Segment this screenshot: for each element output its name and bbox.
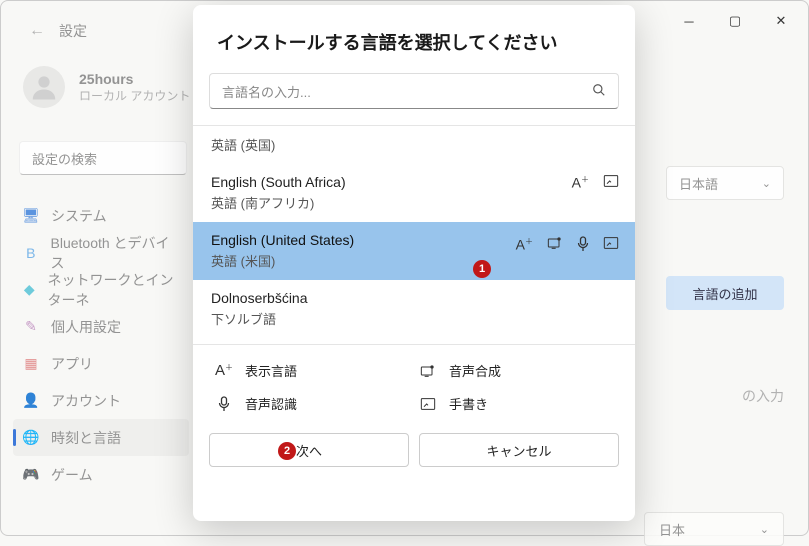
- nav-icon: ◆: [23, 282, 36, 298]
- language-option[interactable]: English (United States)英語 (米国)A＋1: [193, 222, 635, 280]
- legend-handwriting: 手書き: [419, 394, 613, 413]
- nav-icon: B: [23, 245, 39, 261]
- nav-icon: 🖥: [23, 208, 39, 224]
- sidebar-item[interactable]: ◆ ネットワークとインターネ: [13, 271, 189, 308]
- annotation-badge-1: 1: [473, 260, 491, 278]
- tts-icon: [547, 236, 563, 255]
- language-search-input[interactable]: 言語名の入力...: [209, 73, 619, 109]
- nav-icon: 🎮: [23, 467, 39, 483]
- sidebar-item[interactable]: ✎ 個人用設定: [13, 308, 189, 345]
- sidebar-item-label: 時刻と言語: [51, 428, 121, 448]
- next-button[interactable]: 2 次へ: [209, 433, 409, 467]
- cancel-button[interactable]: キャンセル: [419, 433, 619, 467]
- sidebar-item[interactable]: 🖥 システム: [13, 197, 189, 234]
- display-language-icon: A＋: [215, 362, 233, 379]
- dialog-title: インストールする言語を選択してください: [217, 29, 611, 55]
- add-language-button[interactable]: 言語の追加: [666, 276, 784, 310]
- language-local-name: 下ソルブ語: [211, 309, 617, 328]
- partial-text: の入力: [742, 386, 784, 406]
- language-native-name: English (South Africa): [211, 174, 617, 190]
- sidebar-item[interactable]: 🌐 時刻と言語: [13, 419, 189, 456]
- nav-icon: ▦: [23, 356, 39, 372]
- nav-icon: ✎: [23, 319, 39, 335]
- sidebar-item[interactable]: B Bluetooth とデバイス: [13, 234, 189, 271]
- profile-name: 25hours: [79, 71, 190, 87]
- sidebar-item-label: 個人用設定: [51, 317, 121, 337]
- pen-icon: [603, 236, 619, 255]
- profile-subtitle: ローカル アカウント: [79, 87, 190, 104]
- sidebar-item-label: Bluetooth とデバイス: [51, 233, 180, 273]
- sidebar-item-label: ゲーム: [51, 465, 93, 485]
- pen-icon: [603, 174, 619, 191]
- language-local-name: 英語 (南アフリカ): [211, 193, 617, 212]
- sidebar-item-label: アカウント: [51, 391, 121, 411]
- language-option[interactable]: 英語 (英国): [193, 126, 635, 164]
- search-icon: [592, 83, 606, 100]
- legend-tts: 音声合成: [419, 361, 613, 380]
- sidebar-item[interactable]: 👤 アカウント: [13, 382, 189, 419]
- A-icon: A＋: [572, 174, 589, 191]
- install-language-dialog: インストールする言語を選択してください 言語名の入力... 英語 (英国) Eng…: [193, 5, 635, 521]
- language-local-name: 英語 (英国): [211, 135, 617, 154]
- language-native-name: Dolnoserbšćina: [211, 290, 617, 306]
- annotation-badge-2: 2: [278, 442, 296, 460]
- sidebar-item[interactable]: ▦ アプリ: [13, 345, 189, 382]
- maximize-button[interactable]: ▢: [712, 5, 758, 37]
- sidebar-item-label: システム: [51, 206, 107, 226]
- chevron-down-icon: ⌄: [760, 523, 769, 536]
- language-option[interactable]: English (South Africa) 英語 (南アフリカ) A＋: [193, 164, 635, 222]
- legend-display-language: A＋ 表示言語: [215, 361, 409, 380]
- display-language-select[interactable]: 日本語 ⌄: [666, 166, 784, 200]
- country-select[interactable]: 日本 ⌄: [644, 512, 784, 546]
- back-icon[interactable]: ←: [29, 22, 45, 40]
- minimize-button[interactable]: ─: [666, 5, 712, 37]
- language-option[interactable]: Dolnoserbšćina 下ソルブ語: [193, 280, 635, 338]
- A-icon: A＋: [516, 236, 533, 255]
- sidebar-item[interactable]: 🎮 ゲーム: [13, 456, 189, 493]
- handwriting-icon: [419, 397, 437, 411]
- nav-icon: 👤: [23, 393, 39, 409]
- mic-icon: [577, 236, 589, 255]
- close-button[interactable]: ✕: [758, 5, 804, 37]
- tts-icon: [419, 364, 437, 378]
- chevron-down-icon: ⌄: [762, 177, 771, 190]
- nav-icon: 🌐: [23, 430, 39, 446]
- settings-search-input[interactable]: 設定の検索: [19, 141, 187, 175]
- page-title: 設定: [59, 21, 87, 41]
- mic-icon: [215, 396, 233, 412]
- sidebar-item-label: アプリ: [51, 354, 93, 374]
- legend-stt: 音声認識: [215, 394, 409, 413]
- avatar: [23, 66, 65, 108]
- sidebar-item-label: ネットワークとインターネ: [48, 270, 179, 310]
